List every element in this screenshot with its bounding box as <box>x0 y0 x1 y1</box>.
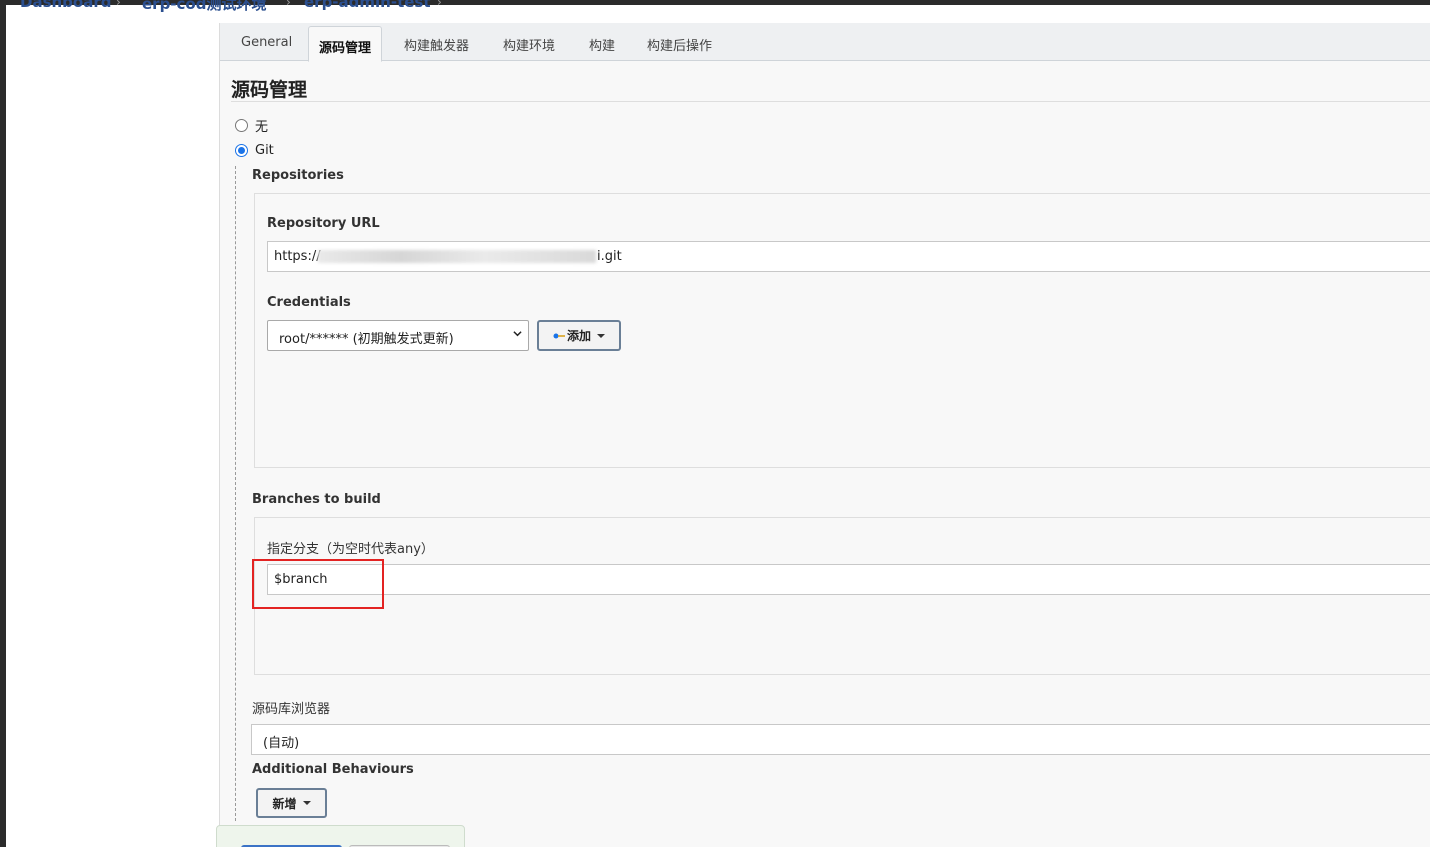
scm-option-git[interactable]: Git <box>235 143 274 158</box>
git-section-guide <box>235 166 236 821</box>
credentials-label: Credentials <box>267 295 351 310</box>
repo-url-suffix: i.git <box>597 249 622 264</box>
breadcrumb-separator: › <box>286 0 291 9</box>
credentials-value: root/****** (初期触发式更新) <box>279 332 454 347</box>
tab-triggers[interactable]: 构建触发器 <box>404 35 469 54</box>
radio-none[interactable] <box>235 119 248 132</box>
credentials-select[interactable]: root/****** (初期触发式更新) <box>267 320 529 351</box>
radio-git[interactable] <box>235 144 248 157</box>
caret-down-icon <box>597 333 605 338</box>
bottom-action-bar <box>216 825 465 847</box>
scm-option-git-label: Git <box>255 143 274 158</box>
breadcrumb-folder[interactable]: erp-cod测试环境 <box>142 0 266 14</box>
section-title: 源码管理 <box>231 79 308 101</box>
branches-label: Branches to build <box>252 492 381 507</box>
caret-down-icon <box>302 801 311 805</box>
branch-spec-input[interactable]: $branch <box>267 564 1430 595</box>
breadcrumb-separator: › <box>116 0 121 9</box>
breadcrumb-dashboard[interactable]: Dashboard <box>20 0 111 11</box>
highlight-box <box>252 559 384 609</box>
tab-environment[interactable]: 构建环境 <box>503 35 555 54</box>
repo-url-prefix: https:// <box>274 249 321 264</box>
config-tabbar: General 源码管理 构建触发器 构建环境 构建 构建后操作 <box>220 23 1430 62</box>
repo-url-input[interactable]: https:// i.git <box>267 241 1430 272</box>
add-button-label: 添加 <box>566 329 591 343</box>
tab-post-build[interactable]: 构建后操作 <box>647 35 712 54</box>
repo-browser-value: (自动) <box>263 736 300 751</box>
add-behaviour-button[interactable]: 新增 <box>256 788 327 818</box>
new-button-label: 新增 <box>272 796 297 811</box>
repo-browser-label: 源码库浏览器 <box>252 702 331 717</box>
section-divider <box>231 101 1430 102</box>
repository-panel: Repository URL https:// i.git Credential… <box>254 193 1430 468</box>
key-icon <box>553 333 565 338</box>
repo-url-label: Repository URL <box>267 216 380 231</box>
tab-build[interactable]: 构建 <box>589 35 615 54</box>
sidebar <box>6 23 219 847</box>
config-main: General 源码管理 构建触发器 构建环境 构建 构建后操作 源码管理 无 … <box>216 23 1430 847</box>
scm-option-none-label: 无 <box>255 120 269 135</box>
breadcrumb: Dashboard › erp-cod测试环境 › erp-admin-test… <box>6 0 1430 23</box>
add-credentials-button[interactable]: 添加 <box>537 320 621 351</box>
scm-option-none[interactable]: 无 <box>235 116 268 135</box>
repositories-label: Repositories <box>252 168 344 183</box>
branch-spec-label: 指定分支（为空时代表any） <box>267 542 434 557</box>
redacted-blur <box>318 250 596 263</box>
breadcrumb-job[interactable]: erp-admin-test <box>304 0 431 11</box>
repo-browser-select[interactable]: (自动) <box>251 724 1430 755</box>
breadcrumb-separator: › <box>437 0 442 9</box>
chevron-down-icon <box>513 331 522 337</box>
tab-general[interactable]: General <box>241 35 292 50</box>
tab-scm[interactable]: 源码管理 <box>308 26 383 62</box>
additional-behaviours-label: Additional Behaviours <box>252 762 414 777</box>
branches-panel: 指定分支（为空时代表any） $branch <box>254 517 1430 675</box>
